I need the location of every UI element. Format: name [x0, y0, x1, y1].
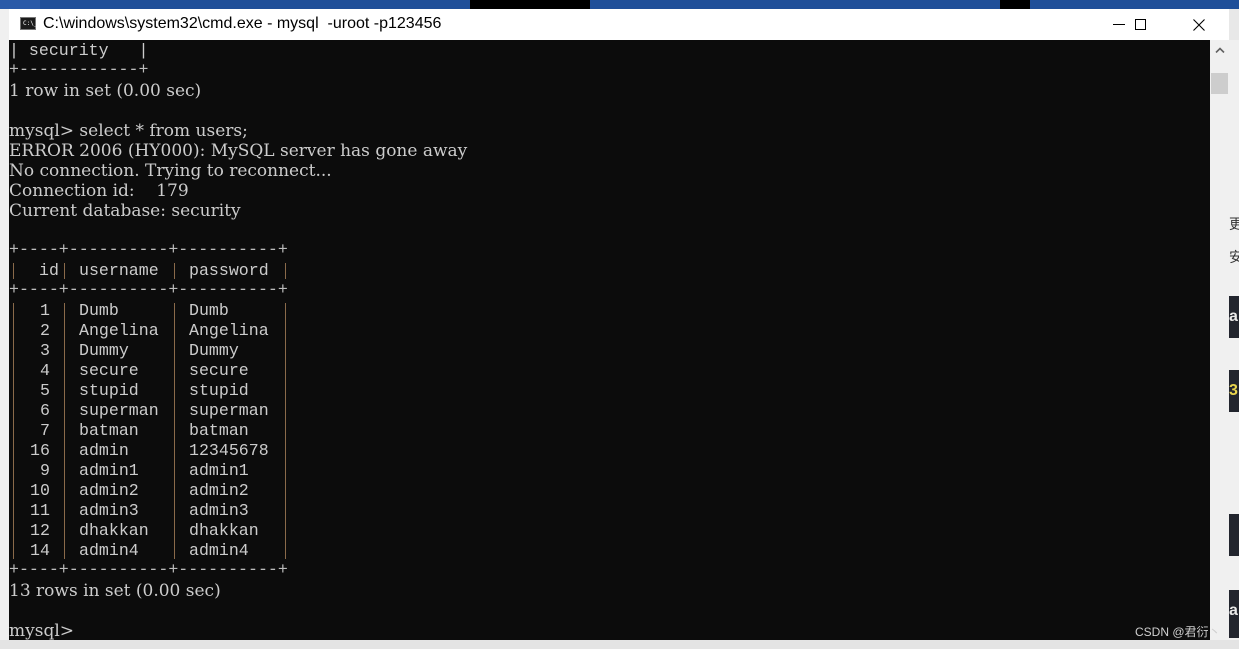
- connection-id: Connection id: 179: [9, 181, 189, 201]
- title-bar[interactable]: C:\_ C:\windows\system32\cmd.exe - mysql…: [9, 9, 1229, 40]
- cell-id: 9: [40, 461, 50, 480]
- desktop-background-top: [0, 0, 1239, 9]
- cell-id: 7: [40, 421, 50, 440]
- cell-password: Dumb: [189, 301, 229, 320]
- prompt: mysql>: [9, 121, 75, 141]
- window-title: C:\windows\system32\cmd.exe - mysql -uro…: [43, 15, 442, 32]
- cell-password: superman: [189, 401, 269, 420]
- background-window-left: [0, 9, 9, 649]
- table-border-mid: +----+----------+----------+: [9, 280, 288, 299]
- cell-password: admin3: [189, 501, 249, 520]
- cell-password: Angelina: [189, 321, 269, 340]
- chevron-up-icon: [1214, 47, 1225, 53]
- cell-id: 3: [40, 341, 50, 360]
- background-code-block: 3: [1229, 370, 1239, 412]
- vertical-scrollbar[interactable]: [1210, 40, 1229, 640]
- cell-password: admin2: [189, 481, 249, 500]
- cell-username: admin2: [79, 481, 139, 500]
- cell-password: admin4: [189, 541, 249, 560]
- cmd-window: C:\_ C:\windows\system32\cmd.exe - mysql…: [9, 9, 1229, 640]
- console-output[interactable]: | security | +------------+ 1 row in set…: [9, 40, 1210, 640]
- cell-id: 11: [30, 501, 50, 520]
- watermark: CSDN @君衍丶: [1135, 625, 1221, 639]
- column-header-username: username: [79, 261, 159, 280]
- column-header-id: id: [39, 261, 59, 280]
- cell-username: admin3: [79, 501, 139, 520]
- cell-id: 16: [30, 441, 50, 460]
- cell-id: 6: [40, 401, 50, 420]
- cell-id: 5: [40, 381, 50, 400]
- table-column-divider: [174, 303, 175, 559]
- background-code-block: a: [1229, 296, 1239, 338]
- cell-password: 12345678: [189, 441, 269, 460]
- scroll-thumb[interactable]: [1211, 73, 1228, 94]
- cell-username: admin4: [79, 541, 139, 560]
- cell-password: secure: [189, 361, 249, 380]
- maximize-icon: [1134, 19, 1146, 30]
- column-header-password: password: [189, 261, 269, 280]
- prev-summary: 1 row in set (0.00 sec): [9, 81, 202, 101]
- final-prompt[interactable]: mysql>: [9, 621, 74, 640]
- cell-id: 2: [40, 321, 50, 340]
- cell-password: Dummy: [189, 341, 239, 360]
- error-message: ERROR 2006 (HY000): MySQL server has gon…: [9, 141, 468, 161]
- cell-id: 4: [40, 361, 50, 380]
- table-column-divider: [64, 303, 65, 559]
- cell-username: admin1: [79, 461, 139, 480]
- table-column-divider: [285, 263, 286, 279]
- table-column-divider: [13, 303, 14, 559]
- close-button[interactable]: [1176, 9, 1222, 40]
- current-database: Current database: security: [9, 201, 241, 221]
- reconnect-message: No connection. Trying to reconnect...: [9, 161, 332, 181]
- background-text: 安: [1229, 249, 1239, 265]
- table-border-bottom: +----+----------+----------+: [9, 560, 288, 579]
- background-code-block: [1229, 514, 1239, 556]
- cell-username: stupid: [79, 381, 139, 400]
- cell-id: 10: [30, 481, 50, 500]
- prev-db-row: | security |: [9, 41, 149, 60]
- cell-username: secure: [79, 361, 139, 380]
- query-text: select * from users;: [79, 121, 248, 141]
- cmd-icon[interactable]: C:\_: [20, 17, 37, 30]
- table-column-divider: [174, 263, 175, 279]
- table-column-divider: [285, 303, 286, 559]
- command-line: mysql> select * from users;: [9, 121, 248, 141]
- background-window-right: 更 安 a 3 a: [1229, 40, 1239, 649]
- table-column-divider: [13, 263, 14, 279]
- maximize-button[interactable]: [1117, 9, 1163, 40]
- cell-username: Dumb: [79, 301, 119, 320]
- table-border-top: +----+----------+----------+: [9, 240, 288, 259]
- cell-username: Angelina: [79, 321, 159, 340]
- cell-id: 12: [30, 521, 50, 540]
- cell-password: admin1: [189, 461, 249, 480]
- cell-username: Dummy: [79, 341, 129, 360]
- result-summary: 13 rows in set (0.00 sec): [9, 581, 221, 601]
- cell-id: 14: [30, 541, 50, 560]
- cell-username: admin: [79, 441, 129, 460]
- cell-username: dhakkan: [79, 521, 149, 540]
- background-code-block: a: [1229, 590, 1239, 638]
- cell-username: superman: [79, 401, 159, 420]
- cell-password: stupid: [189, 381, 249, 400]
- prev-table-border: +------------+: [9, 60, 149, 79]
- cell-password: batman: [189, 421, 249, 440]
- cell-id: 1: [40, 301, 50, 320]
- cell-password: dhakkan: [189, 521, 259, 540]
- cell-username: batman: [79, 421, 139, 440]
- background-bottom: [0, 640, 1239, 649]
- close-icon: [1193, 18, 1205, 31]
- scroll-up-button[interactable]: [1210, 40, 1229, 60]
- background-text: 更: [1229, 216, 1239, 232]
- table-column-divider: [64, 263, 65, 279]
